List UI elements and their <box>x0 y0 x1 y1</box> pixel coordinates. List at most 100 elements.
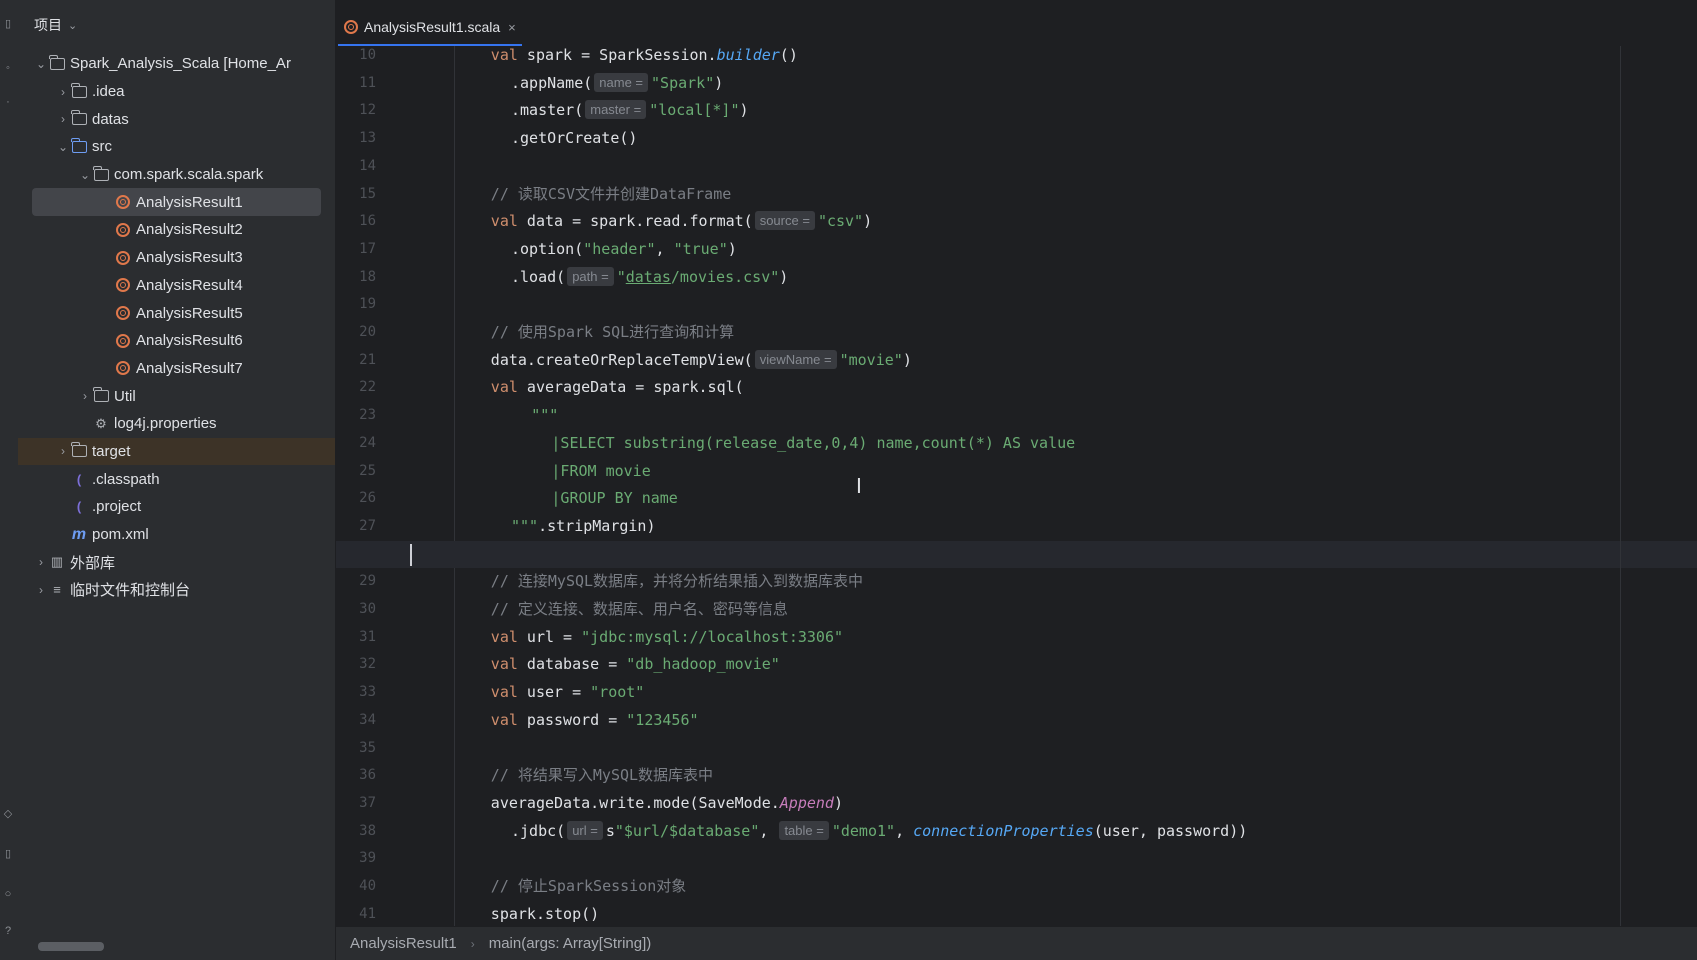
code-token: "jdbc:mysql://localhost:3306" <box>581 627 844 646</box>
code-token: val <box>490 627 527 646</box>
horizontal-scrollbar[interactable] <box>38 942 104 951</box>
tree-item[interactable]: AnalysisResult1 <box>32 188 321 217</box>
chevron-down-icon[interactable]: ⌄ <box>34 57 48 71</box>
tree-item[interactable]: ⌄ Spark_Analysis_Scala [Home_Ar <box>18 50 335 78</box>
code-token: , <box>655 239 674 258</box>
code-line[interactable]: // 连接MySQL数据库，并将分析结果插入到数据库表中 <box>416 568 1697 596</box>
code-line[interactable]: |FROM movie <box>416 458 1697 486</box>
tree-item[interactable]: AnalysisResult3 <box>18 244 335 272</box>
tree-item[interactable]: › ≡ 临时文件和控制台 <box>18 576 335 604</box>
code-line[interactable]: .appName(name = "Spark") <box>416 70 1697 98</box>
code-line[interactable]: .jdbc(url = s"$url/$database", table = "de… <box>416 818 1697 846</box>
code-line[interactable]: """ <box>416 402 1697 430</box>
chevron-right-icon[interactable]: › <box>56 112 70 126</box>
code-token: data.createOrReplaceTempView( <box>490 350 753 369</box>
tree-item[interactable]: › target <box>18 437 335 466</box>
code-line[interactable]: .master(master = "local[*]") <box>416 97 1697 125</box>
chevron-right-icon[interactable]: › <box>34 555 48 569</box>
code-line[interactable]: val url = "jdbc:mysql://localhost:3306" <box>416 624 1697 652</box>
tree-item[interactable]: AnalysisResult7 <box>18 355 335 383</box>
right-margin-guide <box>1620 46 1621 926</box>
tree-item[interactable]: ⚙ log4j.properties <box>18 410 335 438</box>
tree-item[interactable]: (.classpath <box>18 465 335 493</box>
tree-item[interactable]: (.project <box>18 493 335 521</box>
code-line[interactable]: """.stripMargin) <box>416 513 1697 541</box>
code-line[interactable] <box>416 291 1697 319</box>
code-token: " <box>616 267 626 286</box>
code-line[interactable]: val database = "db_hadoop_movie" <box>416 651 1697 679</box>
tree-item[interactable]: AnalysisResult2 <box>18 216 335 244</box>
chevron-right-icon[interactable]: › <box>34 583 48 597</box>
scala-object-icon <box>114 193 132 211</box>
tree-item[interactable]: AnalysisResult6 <box>18 327 335 355</box>
tree-item-label: datas <box>92 110 129 128</box>
line-number: 15 <box>359 185 376 202</box>
terminal-tool-icon[interactable]: ▯ <box>2 848 14 860</box>
problems-tool-icon[interactable]: ○ <box>2 888 14 900</box>
scala-object-icon <box>114 276 132 294</box>
code-token: averageData = spark.sql( <box>526 378 744 397</box>
tree-item[interactable]: › .idea <box>18 78 335 106</box>
code-line[interactable]: val spark = SparkSession.builder() <box>416 46 1697 70</box>
code-line[interactable]: .option("header", "true") <box>416 236 1697 264</box>
folder-icon <box>70 110 88 128</box>
code-line[interactable]: data.createOrReplaceTempView(viewName = "… <box>416 347 1697 375</box>
line-number: 12 <box>359 102 376 119</box>
code-line[interactable]: // 读取CSV文件并创建DataFrame <box>416 181 1697 209</box>
code-editor[interactable]: 1011121314151617181920212223242526272829… <box>336 46 1697 926</box>
scala-object-icon <box>114 304 132 322</box>
code-line[interactable]: // 将结果写入MySQL数据库表中 <box>416 762 1697 790</box>
folder-icon <box>70 82 88 101</box>
code-line[interactable]: val user = "root" <box>416 679 1697 707</box>
code-token: "true" <box>673 239 728 258</box>
code-line[interactable]: val data = spark.read.format(source = "cs… <box>416 208 1697 236</box>
code-token: ) <box>902 350 912 369</box>
chevron-down-icon[interactable]: ⌄ <box>78 168 92 182</box>
code-line[interactable]: .getOrCreate() <box>416 125 1697 153</box>
chevron-right-icon[interactable]: › <box>56 444 70 458</box>
git-tool-icon[interactable]: ? <box>2 925 14 937</box>
code-token: """ <box>511 516 539 535</box>
code-token: averageData.write.mode(SaveMode. <box>490 793 780 812</box>
code-line[interactable]: // 使用Spark SQL进行查询和计算 <box>416 319 1697 347</box>
chevron-right-icon[interactable]: › <box>56 85 70 99</box>
code-line[interactable]: |GROUP BY name <box>416 485 1697 513</box>
code-line[interactable] <box>416 845 1697 873</box>
breadcrumb-method[interactable]: main(args: Array[String]) <box>489 935 652 952</box>
chevron-down-icon[interactable]: ⌄ <box>56 140 70 154</box>
code-token: , <box>895 821 914 840</box>
chevron-right-icon[interactable]: › <box>78 389 92 403</box>
code-line[interactable]: // 停止SparkSession对象 <box>416 873 1697 901</box>
code-line[interactable] <box>416 735 1697 763</box>
tree-item[interactable]: AnalysisResult4 <box>18 272 335 300</box>
tree-item-label: Spark_Analysis_Scala [Home_Ar <box>70 55 291 73</box>
tree-item[interactable]: m pom.xml <box>18 521 335 549</box>
code-line[interactable]: val averageData = spark.sql( <box>416 374 1697 402</box>
tree-item[interactable]: › ▥ 外部库 <box>18 548 335 576</box>
code-token: .option( <box>511 239 584 258</box>
code-line[interactable] <box>336 540 1697 569</box>
commit-tool-icon[interactable]: ◦ <box>2 62 14 74</box>
tree-item[interactable]: › datas <box>18 105 335 133</box>
code-area[interactable]: val spark = SparkSession.builder() .appNa… <box>336 46 1697 926</box>
line-number: 26 <box>359 490 376 507</box>
code-token: datas <box>625 267 671 286</box>
tab-analysisresult1[interactable]: AnalysisResult1.scala × <box>338 10 522 46</box>
tree-item[interactable]: ⌄ src <box>18 133 335 161</box>
tree-item[interactable]: AnalysisResult5 <box>18 299 335 327</box>
close-icon[interactable]: × <box>508 20 516 35</box>
code-line[interactable]: // 定义连接、数据库、用户名、密码等信息 <box>416 596 1697 624</box>
tree-item[interactable]: ⌄ com.spark.scala.spark <box>18 161 335 189</box>
tree-item[interactable]: › Util <box>18 382 335 410</box>
services-tool-icon[interactable]: ◇ <box>2 808 14 820</box>
code-line[interactable] <box>416 153 1697 181</box>
code-line[interactable]: spark.stop() <box>416 901 1697 926</box>
project-view-selector[interactable]: 项目 ⌄ <box>34 14 77 36</box>
breadcrumb-class[interactable]: AnalysisResult1 <box>350 935 457 952</box>
code-line[interactable]: |SELECT substring(release_date,0,4) name… <box>416 430 1697 458</box>
code-line[interactable]: averageData.write.mode(SaveMode.Append) <box>416 790 1697 818</box>
code-line[interactable]: .load(path = "datas/movies.csv") <box>416 264 1697 292</box>
project-tool-icon[interactable]: ▯ <box>2 18 14 30</box>
code-line[interactable]: val password = "123456" <box>416 707 1697 735</box>
structure-tool-icon[interactable]: · <box>2 96 14 108</box>
